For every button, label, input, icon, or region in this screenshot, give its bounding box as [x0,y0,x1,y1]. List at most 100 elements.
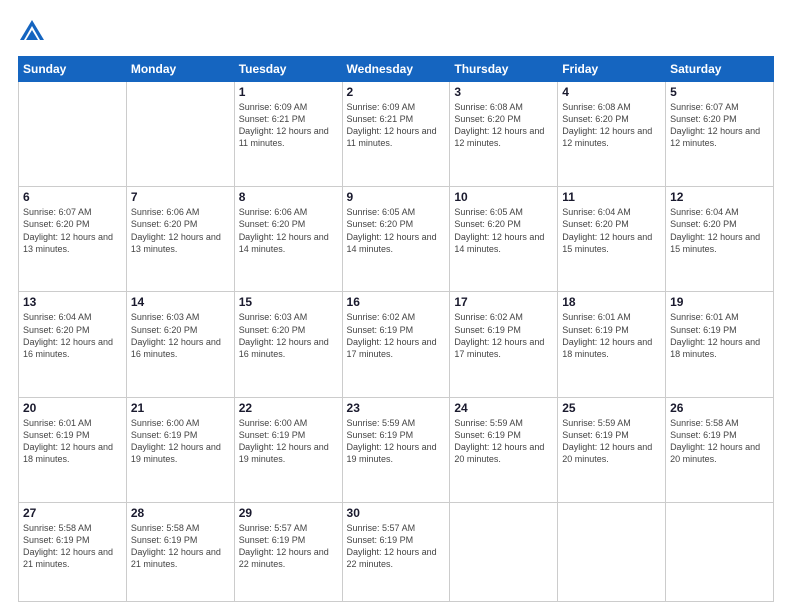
calendar-cell [558,502,666,601]
day-info: Sunrise: 6:07 AM Sunset: 6:20 PM Dayligh… [670,101,769,150]
day-number: 17 [454,295,553,309]
header-tuesday: Tuesday [234,57,342,82]
day-info: Sunrise: 5:58 AM Sunset: 6:19 PM Dayligh… [23,522,122,571]
calendar-cell: 11 Sunrise: 6:04 AM Sunset: 6:20 PM Dayli… [558,187,666,292]
day-number: 30 [347,506,446,520]
day-number: 25 [562,401,661,415]
day-number: 13 [23,295,122,309]
day-number: 6 [23,190,122,204]
calendar-table: Sunday Monday Tuesday Wednesday Thursday… [18,56,774,602]
day-info: Sunrise: 6:02 AM Sunset: 6:19 PM Dayligh… [347,311,446,360]
day-info: Sunrise: 6:06 AM Sunset: 6:20 PM Dayligh… [239,206,338,255]
day-number: 18 [562,295,661,309]
day-info: Sunrise: 5:57 AM Sunset: 6:19 PM Dayligh… [239,522,338,571]
calendar-cell: 23 Sunrise: 5:59 AM Sunset: 6:19 PM Dayli… [342,397,450,502]
day-info: Sunrise: 6:03 AM Sunset: 6:20 PM Dayligh… [239,311,338,360]
day-number: 11 [562,190,661,204]
day-number: 2 [347,85,446,99]
day-number: 19 [670,295,769,309]
calendar-cell: 13 Sunrise: 6:04 AM Sunset: 6:20 PM Dayli… [19,292,127,397]
day-number: 5 [670,85,769,99]
calendar-cell: 3 Sunrise: 6:08 AM Sunset: 6:20 PM Daylig… [450,82,558,187]
day-info: Sunrise: 6:05 AM Sunset: 6:20 PM Dayligh… [347,206,446,255]
header-sunday: Sunday [19,57,127,82]
day-info: Sunrise: 6:08 AM Sunset: 6:20 PM Dayligh… [562,101,661,150]
header-monday: Monday [126,57,234,82]
calendar-cell: 15 Sunrise: 6:03 AM Sunset: 6:20 PM Dayli… [234,292,342,397]
day-number: 14 [131,295,230,309]
day-number: 9 [347,190,446,204]
day-info: Sunrise: 5:59 AM Sunset: 6:19 PM Dayligh… [454,417,553,466]
day-number: 22 [239,401,338,415]
calendar-cell [19,82,127,187]
calendar-cell: 9 Sunrise: 6:05 AM Sunset: 6:20 PM Daylig… [342,187,450,292]
day-number: 26 [670,401,769,415]
calendar-cell: 19 Sunrise: 6:01 AM Sunset: 6:19 PM Dayli… [666,292,774,397]
day-info: Sunrise: 6:05 AM Sunset: 6:20 PM Dayligh… [454,206,553,255]
calendar-cell: 7 Sunrise: 6:06 AM Sunset: 6:20 PM Daylig… [126,187,234,292]
logo-icon [18,18,46,46]
calendar-cell [450,502,558,601]
calendar-cell: 26 Sunrise: 5:58 AM Sunset: 6:19 PM Dayli… [666,397,774,502]
day-info: Sunrise: 5:59 AM Sunset: 6:19 PM Dayligh… [347,417,446,466]
day-info: Sunrise: 6:00 AM Sunset: 6:19 PM Dayligh… [239,417,338,466]
day-number: 28 [131,506,230,520]
header-wednesday: Wednesday [342,57,450,82]
day-info: Sunrise: 6:04 AM Sunset: 6:20 PM Dayligh… [23,311,122,360]
calendar-cell: 14Sunrise: 6:03 AM Sunset: 6:20 PM Dayli… [126,292,234,397]
header-saturday: Saturday [666,57,774,82]
day-number: 3 [454,85,553,99]
day-number: 23 [347,401,446,415]
logo [18,18,50,46]
day-info: Sunrise: 6:06 AM Sunset: 6:20 PM Dayligh… [131,206,230,255]
header [18,18,774,46]
calendar-cell: 20 Sunrise: 6:01 AM Sunset: 6:19 PM Dayli… [19,397,127,502]
day-number: 15 [239,295,338,309]
day-info: Sunrise: 5:57 AM Sunset: 6:19 PM Dayligh… [347,522,446,571]
day-info: Sunrise: 6:02 AM Sunset: 6:19 PM Dayligh… [454,311,553,360]
calendar-cell [666,502,774,601]
day-number: 7 [131,190,230,204]
calendar-cell: 30 Sunrise: 5:57 AM Sunset: 6:19 PM Dayli… [342,502,450,601]
day-number: 10 [454,190,553,204]
day-number: 8 [239,190,338,204]
calendar-cell: 22 Sunrise: 6:00 AM Sunset: 6:19 PM Dayli… [234,397,342,502]
calendar-cell: 25 Sunrise: 5:59 AM Sunset: 6:19 PM Dayli… [558,397,666,502]
day-info: Sunrise: 5:59 AM Sunset: 6:19 PM Dayligh… [562,417,661,466]
day-info: Sunrise: 6:09 AM Sunset: 6:21 PM Dayligh… [239,101,338,150]
calendar-cell: 2 Sunrise: 6:09 AM Sunset: 6:21 PM Daylig… [342,82,450,187]
day-info: Sunrise: 5:58 AM Sunset: 6:19 PM Dayligh… [670,417,769,466]
day-info: Sunrise: 6:04 AM Sunset: 6:20 PM Dayligh… [562,206,661,255]
day-info: Sunrise: 6:09 AM Sunset: 6:21 PM Dayligh… [347,101,446,150]
day-number: 27 [23,506,122,520]
day-info: Sunrise: 5:58 AM Sunset: 6:19 PM Dayligh… [131,522,230,571]
day-number: 24 [454,401,553,415]
day-info: Sunrise: 6:01 AM Sunset: 6:19 PM Dayligh… [562,311,661,360]
header-friday: Friday [558,57,666,82]
page: Sunday Monday Tuesday Wednesday Thursday… [0,0,792,612]
calendar-cell: 12Sunrise: 6:04 AM Sunset: 6:20 PM Dayli… [666,187,774,292]
calendar-cell: 18 Sunrise: 6:01 AM Sunset: 6:19 PM Dayli… [558,292,666,397]
header-thursday: Thursday [450,57,558,82]
calendar-cell [126,82,234,187]
calendar-cell: 27 Sunrise: 5:58 AM Sunset: 6:19 PM Dayli… [19,502,127,601]
day-info: Sunrise: 6:01 AM Sunset: 6:19 PM Dayligh… [23,417,122,466]
calendar-cell: 24 Sunrise: 5:59 AM Sunset: 6:19 PM Dayli… [450,397,558,502]
day-info: Sunrise: 6:00 AM Sunset: 6:19 PM Dayligh… [131,417,230,466]
calendar-cell: 21 Sunrise: 6:00 AM Sunset: 6:19 PM Dayli… [126,397,234,502]
calendar-cell: 28 Sunrise: 5:58 AM Sunset: 6:19 PM Dayli… [126,502,234,601]
day-number: 16 [347,295,446,309]
day-number: 4 [562,85,661,99]
calendar-cell: 6 Sunrise: 6:07 AM Sunset: 6:20 PM Daylig… [19,187,127,292]
calendar-cell: 10 Sunrise: 6:05 AM Sunset: 6:20 PM Dayli… [450,187,558,292]
day-number: 29 [239,506,338,520]
day-info: Sunrise: 6:01 AM Sunset: 6:19 PM Dayligh… [670,311,769,360]
day-info: Sunrise: 6:07 AM Sunset: 6:20 PM Dayligh… [23,206,122,255]
day-info: Sunrise: 6:08 AM Sunset: 6:20 PM Dayligh… [454,101,553,150]
calendar-cell: 16 Sunrise: 6:02 AM Sunset: 6:19 PM Dayli… [342,292,450,397]
calendar-cell: 29 Sunrise: 5:57 AM Sunset: 6:19 PM Dayli… [234,502,342,601]
day-number: 21 [131,401,230,415]
weekday-header-row: Sunday Monday Tuesday Wednesday Thursday… [19,57,774,82]
day-number: 12 [670,190,769,204]
day-number: 20 [23,401,122,415]
